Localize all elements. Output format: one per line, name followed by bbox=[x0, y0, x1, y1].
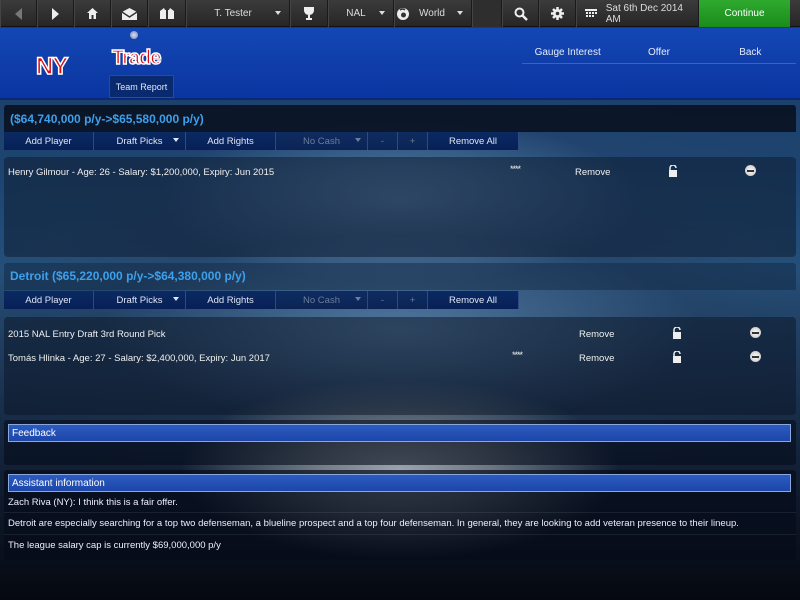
assistant-line: Zach Riva (NY): I think this is a fair o… bbox=[8, 497, 178, 508]
league-name: NAL bbox=[346, 8, 366, 19]
chevron-down-icon bbox=[173, 138, 179, 142]
remove-circle-icon[interactable] bbox=[750, 327, 761, 338]
cash-dropdown[interactable]: No Cash bbox=[276, 132, 368, 150]
chevron-down-icon bbox=[275, 11, 281, 15]
draft-picks-dropdown[interactable]: Draft Picks bbox=[94, 132, 186, 150]
remove-circle-icon[interactable] bbox=[745, 165, 756, 176]
unlock-icon[interactable] bbox=[672, 327, 682, 339]
back-button[interactable] bbox=[0, 0, 37, 27]
det-items-panel: 2015 NAL Entry Draft 3rd Round Pick Remo… bbox=[4, 317, 796, 415]
det-button-row: Add Player Draft Picks Add Rights No Cas… bbox=[4, 291, 519, 309]
remove-circle-icon[interactable] bbox=[750, 351, 761, 362]
item-description: Tomás Hlinka - Age: 27 - Salary: $2,400,… bbox=[8, 353, 270, 364]
search-button[interactable] bbox=[502, 0, 539, 27]
draft-picks-label: Draft Picks bbox=[116, 135, 163, 147]
cash-increase-button[interactable]: + bbox=[398, 291, 428, 309]
remove-item-button[interactable]: Remove bbox=[579, 353, 614, 364]
league-dropdown[interactable]: NAL bbox=[328, 0, 394, 27]
feedback-header: Feedback bbox=[8, 424, 791, 442]
cash-increase-button[interactable]: + bbox=[398, 132, 428, 150]
cash-dropdown[interactable]: No Cash bbox=[276, 291, 368, 309]
ny-items-panel: Henry Gilmour - Age: 26 - Salary: $1,200… bbox=[4, 157, 796, 257]
add-rights-button[interactable]: Add Rights bbox=[186, 291, 276, 309]
chevron-down-icon bbox=[379, 11, 385, 15]
mail-icon bbox=[122, 7, 137, 20]
home-icon bbox=[87, 8, 98, 19]
unlock-icon[interactable] bbox=[668, 165, 678, 177]
forward-arrow-icon bbox=[51, 7, 59, 20]
inbox-button[interactable] bbox=[111, 0, 148, 27]
settings-button[interactable] bbox=[539, 0, 576, 27]
trade-item-row: 2015 NAL Entry Draft 3rd Round Pick Remo… bbox=[4, 325, 796, 345]
world-label: World bbox=[419, 8, 445, 19]
gear-icon bbox=[551, 7, 564, 20]
remove-all-button[interactable]: Remove All bbox=[428, 132, 519, 150]
chevron-down-icon bbox=[457, 11, 463, 15]
gauge-interest-button[interactable]: Gauge Interest bbox=[522, 42, 613, 63]
back-arrow-icon bbox=[14, 7, 22, 20]
manager-name: T. Tester bbox=[214, 8, 252, 19]
trophy-icon bbox=[304, 6, 314, 20]
cash-label: No Cash bbox=[303, 294, 340, 306]
det-side-title: Detroit ($65,220,000 p/y->$64,380,000 p/… bbox=[4, 263, 796, 290]
assistant-line: Detroit are especially searching for a t… bbox=[8, 518, 739, 529]
current-date: Sat 6th Dec 2014 AM bbox=[605, 2, 683, 25]
draft-picks-label: Draft Picks bbox=[116, 294, 163, 306]
cash-label: No Cash bbox=[303, 135, 340, 147]
page-title: Trade bbox=[111, 46, 162, 70]
divider bbox=[4, 512, 796, 513]
calendar-icon bbox=[585, 9, 597, 17]
home-button[interactable] bbox=[74, 0, 111, 27]
player-rating: **** bbox=[512, 350, 523, 360]
draft-picks-dropdown[interactable]: Draft Picks bbox=[94, 291, 186, 309]
team-report-button[interactable]: Team Report bbox=[109, 75, 174, 98]
jersey-icon bbox=[160, 8, 174, 19]
add-rights-button[interactable]: Add Rights bbox=[186, 132, 276, 150]
trade-item-row: Henry Gilmour - Age: 26 - Salary: $1,200… bbox=[4, 163, 796, 183]
back-button[interactable]: Back bbox=[705, 42, 796, 63]
trade-item-row: Tomás Hlinka - Age: 27 - Salary: $2,400,… bbox=[4, 349, 796, 369]
pin-icon[interactable] bbox=[130, 31, 138, 39]
search-icon bbox=[514, 7, 528, 21]
continue-button[interactable]: Continue bbox=[699, 0, 790, 27]
chevron-down-icon bbox=[173, 297, 179, 301]
item-description: 2015 NAL Entry Draft 3rd Round Pick bbox=[8, 329, 166, 340]
ny-button-row: Add Player Draft Picks Add Rights No Cas… bbox=[4, 132, 519, 150]
squad-button[interactable] bbox=[148, 0, 186, 27]
unlock-icon[interactable] bbox=[672, 351, 682, 363]
assistant-header: Assistant information bbox=[8, 474, 791, 492]
globe-icon bbox=[397, 7, 409, 20]
chevron-down-icon bbox=[355, 297, 361, 301]
add-player-button[interactable]: Add Player bbox=[4, 291, 94, 309]
date-display[interactable]: Sat 6th Dec 2014 AM bbox=[576, 0, 699, 27]
forward-button[interactable] bbox=[37, 0, 74, 27]
remove-item-button[interactable]: Remove bbox=[579, 329, 614, 340]
remove-item-button[interactable]: Remove bbox=[575, 167, 610, 178]
header-actions: Gauge Interest Offer Back bbox=[522, 42, 796, 64]
ny-side-title: ($64,740,000 p/y->$65,580,000 p/y) bbox=[4, 105, 796, 132]
top-toolbar: T. Tester NAL World Sat 6th Dec 2014 AM … bbox=[0, 0, 800, 27]
cash-decrease-button[interactable]: - bbox=[368, 291, 398, 309]
team-abbreviation: NY bbox=[35, 52, 69, 81]
add-player-button[interactable]: Add Player bbox=[4, 132, 94, 150]
manager-dropdown[interactable]: T. Tester bbox=[186, 0, 290, 27]
assistant-line: The league salary cap is currently $69,0… bbox=[8, 540, 221, 551]
item-description: Henry Gilmour - Age: 26 - Salary: $1,200… bbox=[8, 167, 275, 178]
offer-button[interactable]: Offer bbox=[613, 42, 704, 63]
player-rating: **** bbox=[510, 164, 521, 174]
cash-decrease-button[interactable]: - bbox=[368, 132, 398, 150]
empty-slot bbox=[472, 0, 502, 27]
divider bbox=[4, 534, 796, 535]
trophy-button[interactable] bbox=[290, 0, 328, 27]
page-header: NY Trade Team Report Gauge Interest Offe… bbox=[0, 28, 800, 100]
world-dropdown[interactable]: World bbox=[394, 0, 472, 27]
remove-all-button[interactable]: Remove All bbox=[428, 291, 519, 309]
chevron-down-icon bbox=[355, 138, 361, 142]
